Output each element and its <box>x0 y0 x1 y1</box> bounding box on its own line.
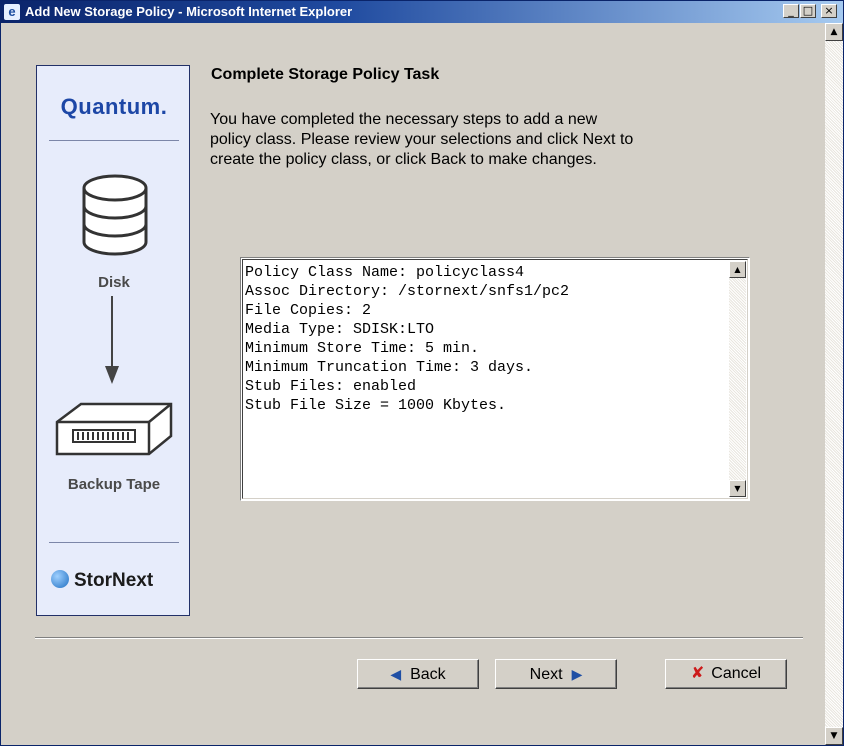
stornext-logo: StorNext <box>51 570 181 596</box>
maximize-button[interactable]: □ <box>800 4 816 18</box>
summary-lines: Policy Class Name: policyclass4 Assoc Di… <box>245 263 569 415</box>
window-title: Add New Storage Policy - Microsoft Inter… <box>25 4 353 19</box>
intro-line: You have completed the necessary steps t… <box>210 111 598 128</box>
scroll-down-icon[interactable]: ▼ <box>825 727 843 745</box>
arrow-down-icon <box>105 296 119 384</box>
logo-dot: . <box>160 94 168 119</box>
summary-line: Stub Files: enabled <box>245 378 417 395</box>
summary-textarea[interactable]: Policy Class Name: policyclass4 Assoc Di… <box>240 257 750 501</box>
scroll-down-icon[interactable]: ▼ <box>729 480 746 497</box>
ie-logo-icon: e <box>4 4 20 20</box>
summary-line: Policy Class Name: policyclass4 <box>245 264 525 281</box>
summary-line: Media Type: SDISK:LTO <box>245 321 435 338</box>
intro-line: create the policy class, or click Back t… <box>210 151 597 168</box>
page-title: Complete Storage Policy Task <box>211 66 440 83</box>
cancel-label: Cancel <box>711 665 762 682</box>
minimize-button[interactable]: _ <box>783 4 799 18</box>
close-button[interactable]: × <box>821 4 837 18</box>
title-bar[interactable]: e Add New Storage Policy - Microsoft Int… <box>1 1 843 23</box>
summary-line: File Copies: 2 <box>245 302 372 319</box>
summary-line: Stub File Size = 1000 Kbytes. <box>245 397 507 414</box>
divider <box>49 140 179 141</box>
x-icon: ✘ <box>690 665 705 682</box>
next-button[interactable]: Next ▶ <box>495 659 617 689</box>
globe-icon <box>51 570 69 588</box>
page-scrollbar[interactable]: ▲ ▼ <box>825 23 843 745</box>
arrow-left-icon: ◀ <box>390 666 402 682</box>
separator-highlight <box>35 638 803 639</box>
backup-tape-label: Backup Tape <box>67 476 161 493</box>
arrow-right-icon: ▶ <box>571 666 583 682</box>
disk-icon <box>82 174 148 256</box>
summary-line: Assoc Directory: /stornext/snfs1/pc2 <box>245 283 570 300</box>
summary-line: Minimum Store Time: 5 min. <box>245 340 480 357</box>
disk-label: Disk <box>98 274 130 291</box>
summary-line: Minimum Truncation Time: 3 days. <box>245 359 534 376</box>
summary-field: Policy Class Name: policyclass4 Assoc Di… <box>242 259 748 499</box>
scroll-up-icon[interactable]: ▲ <box>729 261 746 278</box>
intro-text: You have completed the necessary steps t… <box>210 110 810 170</box>
product-name: StorNext <box>74 570 154 591</box>
quantum-logo: Quantum. <box>37 94 191 120</box>
brand-panel: Quantum. Disk Backup Tape StorNext <box>36 65 190 616</box>
cancel-button[interactable]: ✘ Cancel <box>665 659 787 689</box>
summary-scrollbar[interactable]: ▲ ▼ <box>729 261 746 497</box>
scroll-up-icon[interactable]: ▲ <box>825 23 843 41</box>
divider <box>49 542 179 543</box>
browser-window: e Add New Storage Policy - Microsoft Int… <box>0 0 844 746</box>
next-label: Next <box>529 666 563 683</box>
tape-drive-icon <box>55 402 173 456</box>
intro-line: policy class. Please review your selecti… <box>210 131 634 148</box>
logo-text: Quantum <box>60 94 161 119</box>
back-label: Back <box>410 666 446 683</box>
back-button[interactable]: ◀ Back <box>357 659 479 689</box>
